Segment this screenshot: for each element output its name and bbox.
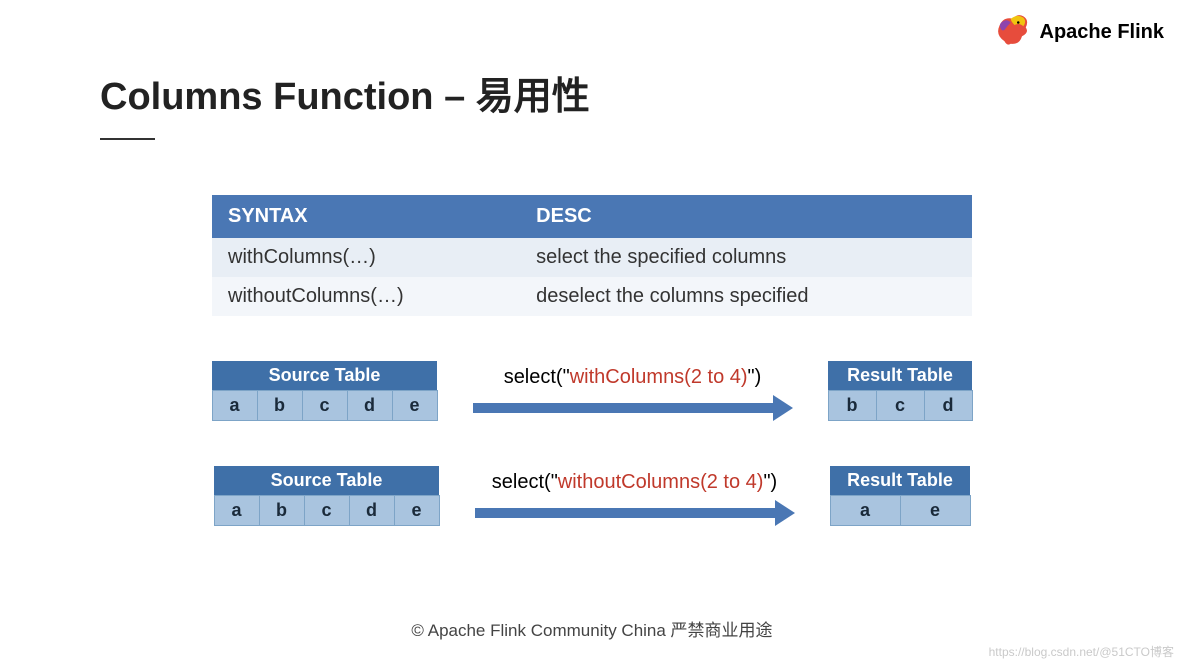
table-row: withColumns(…) select the specified colu…	[212, 238, 972, 277]
arrow-icon	[473, 395, 793, 421]
arrow-block: select("withColumns(2 to 4)")	[468, 366, 798, 421]
desc-cell: deselect the columns specified	[520, 277, 972, 316]
source-table-title: Source Table	[212, 361, 437, 391]
title-underline	[100, 138, 155, 140]
col-cell: a	[212, 391, 257, 421]
col-cell: e	[392, 391, 437, 421]
result-table: Result Table a e	[830, 466, 971, 526]
slide: Apache Flink Columns Function – 易用性 SYNT…	[0, 0, 1184, 666]
page-title: Columns Function – 易用性	[100, 65, 1084, 120]
result-table: Result Table b c d	[828, 361, 973, 421]
brand-text: Apache Flink	[1040, 21, 1164, 44]
col-cell: b	[828, 391, 876, 421]
source-table: Source Table a b c d e	[214, 466, 440, 526]
watermark-text: https://blog.csdn.net/@51CTO博客	[989, 643, 1174, 660]
squirrel-icon	[992, 10, 1040, 55]
arrow-label: select("withColumns(2 to 4)")	[504, 366, 762, 389]
desc-header: DESC	[520, 195, 972, 238]
desc-cell: select the specified columns	[520, 238, 972, 277]
col-cell: e	[900, 496, 970, 526]
label-suffix: ")	[748, 366, 762, 388]
syntax-header: SYNTAX	[212, 195, 520, 238]
col-cell: a	[830, 496, 900, 526]
arrow-label: select("withoutColumns(2 to 4)")	[492, 471, 777, 494]
col-cell: a	[214, 496, 259, 526]
label-red: withColumns(2 to 4)	[570, 366, 748, 388]
arrow-icon	[475, 500, 795, 526]
arrow-block: select("withoutColumns(2 to 4)")	[470, 471, 800, 526]
syntax-cell: withColumns(…)	[212, 238, 520, 277]
col-cell: b	[259, 496, 304, 526]
result-table-title: Result Table	[828, 361, 972, 391]
syntax-table: SYNTAX DESC withColumns(…) select the sp…	[212, 195, 972, 316]
col-cell: c	[304, 496, 349, 526]
source-table-title: Source Table	[214, 466, 439, 496]
col-cell: d	[347, 391, 392, 421]
flow-diagrams: Source Table a b c d e select("withColum…	[100, 361, 1084, 526]
label-red: withoutColumns(2 to 4)	[558, 471, 764, 493]
col-cell: c	[302, 391, 347, 421]
label-suffix: ")	[763, 471, 777, 493]
source-table: Source Table a b c d e	[212, 361, 438, 421]
table-row: withoutColumns(…) deselect the columns s…	[212, 277, 972, 316]
col-cell: d	[349, 496, 394, 526]
label-prefix: select("	[504, 366, 570, 388]
brand-logo-area: Apache Flink	[992, 10, 1164, 55]
col-cell: c	[876, 391, 924, 421]
label-prefix: select("	[492, 471, 558, 493]
col-cell: b	[257, 391, 302, 421]
col-cell: d	[924, 391, 972, 421]
syntax-cell: withoutColumns(…)	[212, 277, 520, 316]
footer-text: © Apache Flink Community China 严禁商业用途	[0, 616, 1184, 641]
flow-row-withcolumns: Source Table a b c d e select("withColum…	[100, 361, 1084, 421]
flow-row-withoutcolumns: Source Table a b c d e select("withoutCo…	[100, 466, 1084, 526]
result-table-title: Result Table	[830, 466, 970, 496]
col-cell: e	[394, 496, 439, 526]
